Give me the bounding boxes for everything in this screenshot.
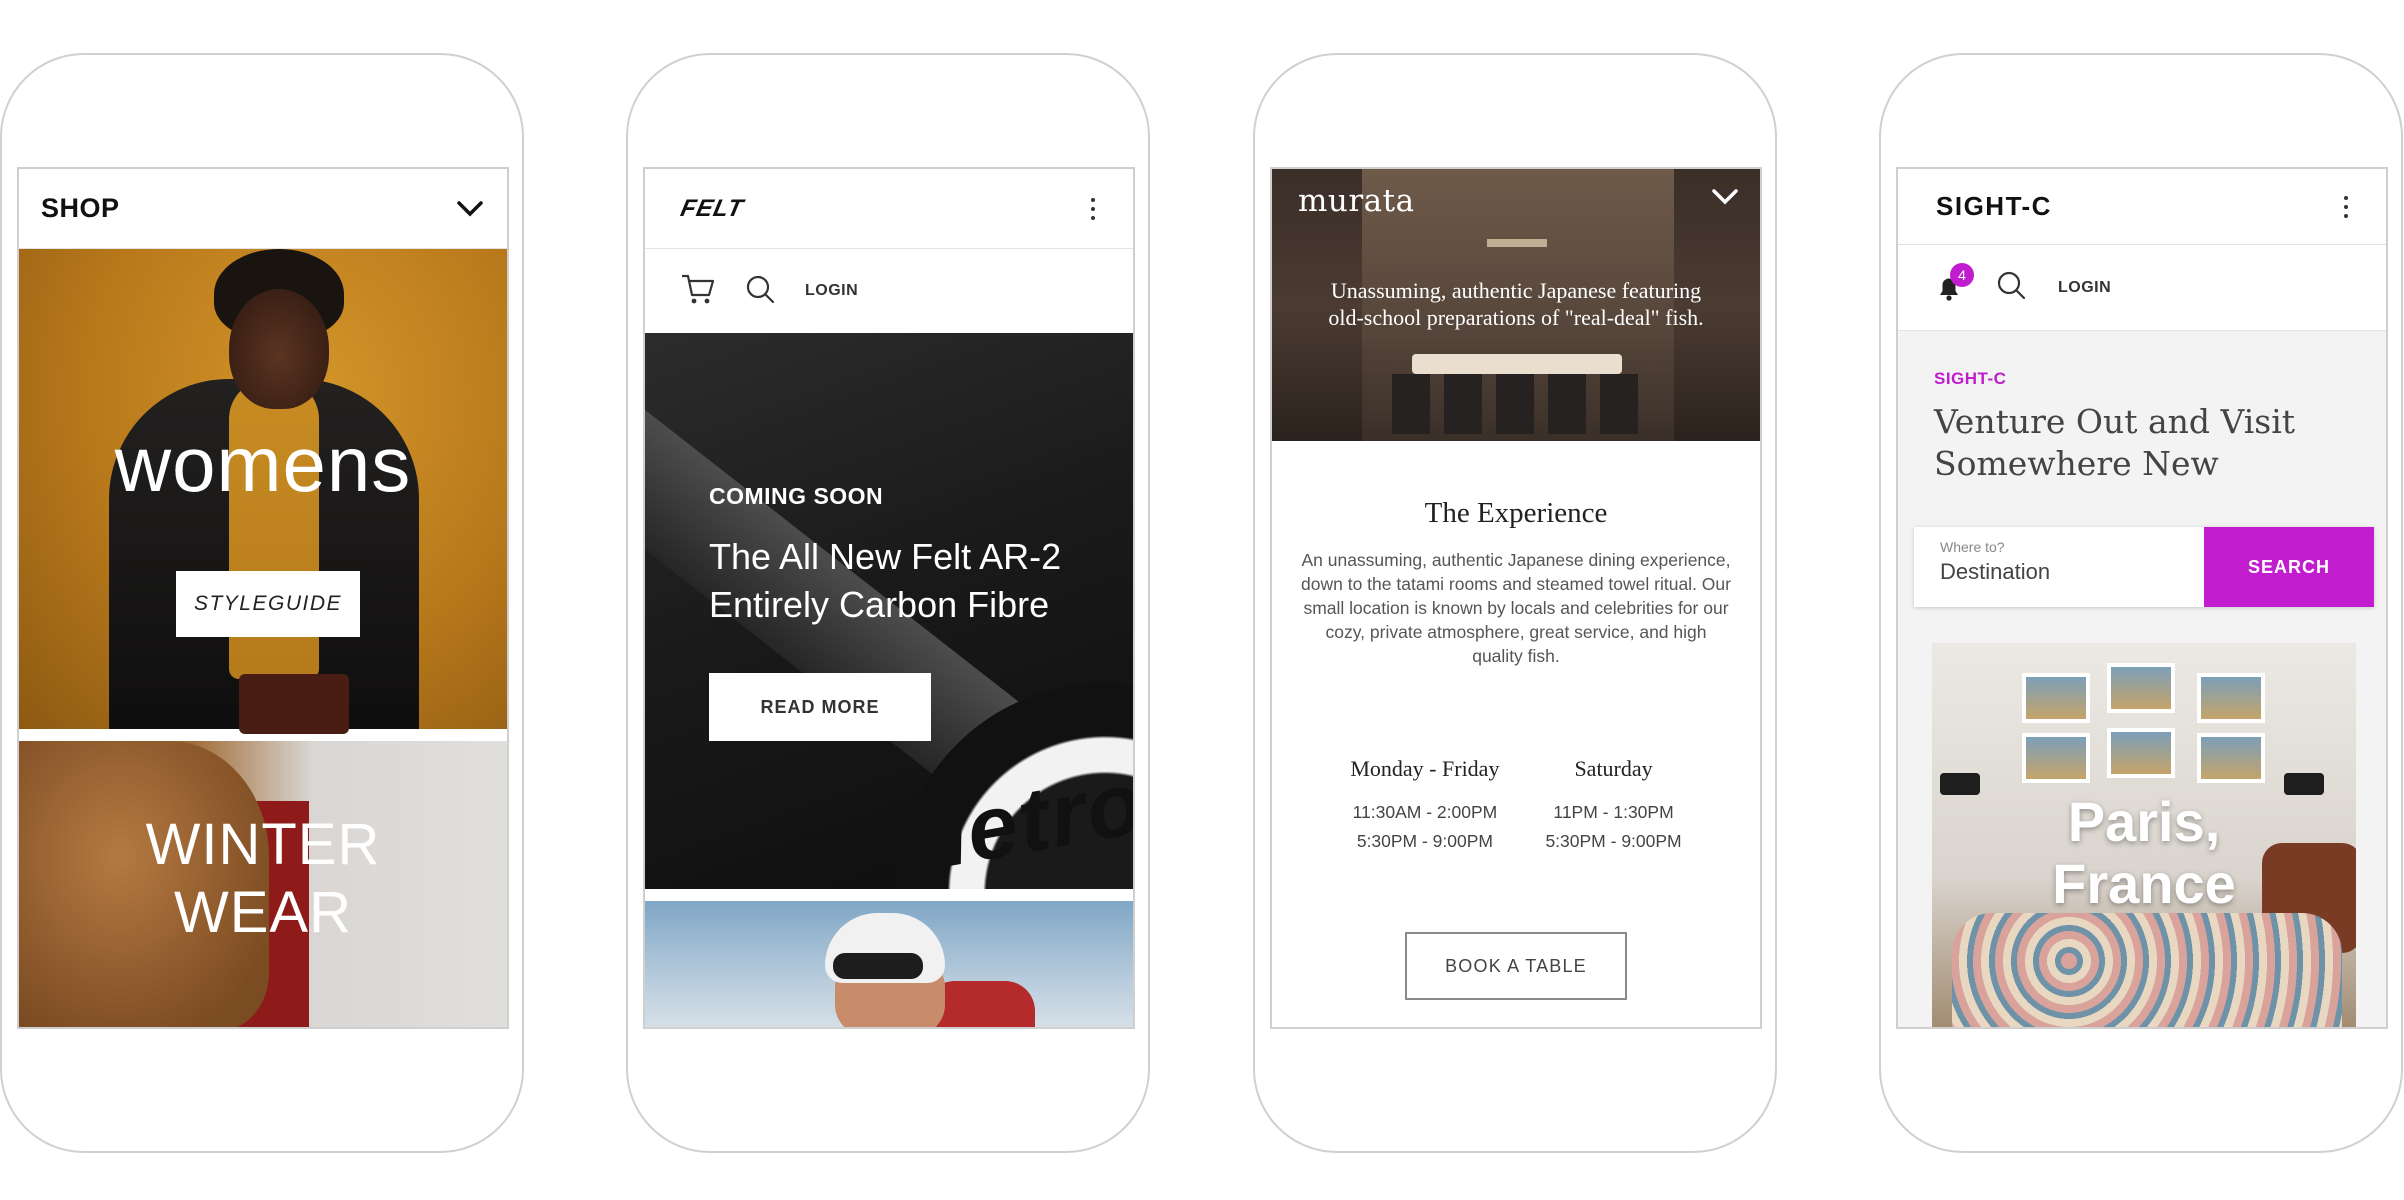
hero-headline: The All New Felt AR-2 Entirely Carbon Fi… bbox=[709, 536, 1062, 625]
book-table-button[interactable]: BOOK A TABLE bbox=[1405, 932, 1627, 1000]
chevron-down-icon[interactable] bbox=[455, 194, 485, 224]
section-description: An unassuming, authentic Japanese dining… bbox=[1301, 550, 1731, 666]
wall-frame bbox=[2022, 733, 2090, 783]
styleguide-button[interactable]: STYLEGUIDE bbox=[176, 571, 360, 637]
murata-logo[interactable]: murata bbox=[1298, 183, 1415, 219]
destination-card[interactable]: Paris, France bbox=[1932, 643, 2356, 1027]
murata-content: The Experience An unassuming, authentic … bbox=[1272, 497, 1760, 1000]
wall-frame bbox=[2107, 663, 2175, 713]
hours-time: 5:30PM - 9:00PM bbox=[1545, 831, 1682, 851]
pendant-lamp bbox=[1487, 239, 1547, 247]
divider bbox=[645, 889, 1133, 901]
felt-hero: metro COMING SOON The All New Felt AR-2 … bbox=[645, 333, 1133, 889]
notification-bell-icon[interactable]: 4 bbox=[1934, 262, 1974, 303]
phone-sightc: SIGHT-C 4 LOGIN SIGHT-C Venture Out and … bbox=[1879, 53, 2403, 1153]
womens-hero[interactable]: womens STYLEGUIDE bbox=[19, 249, 507, 734]
login-link[interactable]: LOGIN bbox=[805, 282, 858, 300]
notification-count-badge: 4 bbox=[1950, 262, 1974, 287]
felt-toolbar: LOGIN bbox=[645, 249, 1133, 333]
winter-wear-banner[interactable]: WINTER WEAR bbox=[19, 741, 507, 1027]
more-menu-icon[interactable] bbox=[2336, 192, 2356, 222]
sightc-header: SIGHT-C bbox=[1898, 169, 2386, 245]
sightc-screen: SIGHT-C 4 LOGIN SIGHT-C Venture Out and … bbox=[1896, 167, 2388, 1029]
felt-header: FELT bbox=[645, 169, 1133, 249]
hours-day-label: Saturday bbox=[1574, 756, 1653, 781]
section-title: The Experience bbox=[1424, 497, 1608, 529]
destination-field[interactable]: Where to? Destination bbox=[1914, 527, 2204, 607]
winter-wear-title: WINTER WEAR bbox=[145, 812, 381, 945]
hours-saturday: Saturday 11PM - 1:30PM 5:30PM - 9:00PM bbox=[1545, 756, 1681, 856]
opening-hours: Monday - Friday 11:30AM - 2:00PM 5:30PM … bbox=[1296, 756, 1736, 856]
shop-title: SHOP bbox=[41, 193, 120, 223]
felt-logo[interactable]: FELT bbox=[678, 195, 746, 223]
wall-frame bbox=[2022, 673, 2090, 723]
sightc-logo[interactable]: SIGHT-C bbox=[1936, 191, 2052, 222]
phone-murata: murata Unassuming, authentic Japanese fe… bbox=[1253, 53, 1777, 1153]
wall-frame bbox=[2107, 728, 2175, 778]
hours-time: 11:30AM - 2:00PM bbox=[1352, 802, 1498, 822]
section-headline: Venture Out and Visit Somewhere New bbox=[1934, 402, 2296, 483]
hours-time: 5:30PM - 9:00PM bbox=[1356, 831, 1493, 851]
rider-glasses bbox=[833, 953, 923, 979]
hero-tagline: Unassuming, authentic Japanese featuring… bbox=[1328, 278, 1704, 330]
hours-day-label: Monday - Friday bbox=[1350, 756, 1500, 781]
wall-frame bbox=[2197, 733, 2265, 783]
hero-eyebrow: COMING SOON bbox=[709, 483, 884, 509]
sightc-toolbar: 4 LOGIN bbox=[1898, 245, 2386, 331]
murata-screen: murata Unassuming, authentic Japanese fe… bbox=[1270, 167, 1762, 1029]
phone-felt: FELT LOGIN metro COMING SOON The All New… bbox=[626, 53, 1150, 1153]
destination-search-form: Where to? Destination SEARCH bbox=[1914, 527, 2374, 607]
cyclist-banner[interactable] bbox=[645, 901, 1133, 1027]
sightc-main: SIGHT-C Venture Out and Visit Somewhere … bbox=[1898, 331, 2386, 1027]
card-title: Paris, France bbox=[2052, 790, 2236, 915]
more-menu-icon[interactable] bbox=[1083, 194, 1103, 224]
login-link[interactable]: LOGIN bbox=[2058, 279, 2111, 297]
shop-header: SHOP bbox=[19, 169, 507, 249]
hero-title: womens bbox=[114, 420, 412, 508]
floral-sofa bbox=[1952, 913, 2342, 1027]
search-button[interactable]: SEARCH bbox=[2204, 527, 2374, 607]
read-more-button[interactable]: READ MORE bbox=[709, 673, 931, 741]
shop-screen: SHOP womens STYLEGUIDE WINTER WEAR bbox=[17, 167, 509, 1029]
model-bag bbox=[239, 674, 349, 734]
search-icon[interactable] bbox=[1996, 270, 2026, 305]
hours-weekday: Monday - Friday 11:30AM - 2:00PM 5:30PM … bbox=[1350, 756, 1499, 856]
chevron-down-icon[interactable] bbox=[1712, 189, 1738, 210]
phone-shop: SHOP womens STYLEGUIDE WINTER WEAR bbox=[0, 53, 524, 1153]
dining-chairs bbox=[1392, 374, 1642, 434]
felt-screen: FELT LOGIN metro COMING SOON The All New… bbox=[643, 167, 1135, 1029]
cart-icon[interactable] bbox=[681, 273, 715, 310]
murata-hero: murata Unassuming, authentic Japanese fe… bbox=[1272, 169, 1760, 441]
hours-time: 11PM - 1:30PM bbox=[1553, 802, 1674, 822]
section-eyebrow: SIGHT-C bbox=[1934, 369, 2007, 388]
destination-field-label: Where to? bbox=[1940, 539, 2005, 555]
wall-frame bbox=[2197, 673, 2265, 723]
dining-table bbox=[1412, 354, 1622, 374]
search-icon[interactable] bbox=[745, 274, 775, 309]
model-face bbox=[229, 289, 329, 409]
destination-input[interactable]: Destination bbox=[1940, 559, 2178, 585]
